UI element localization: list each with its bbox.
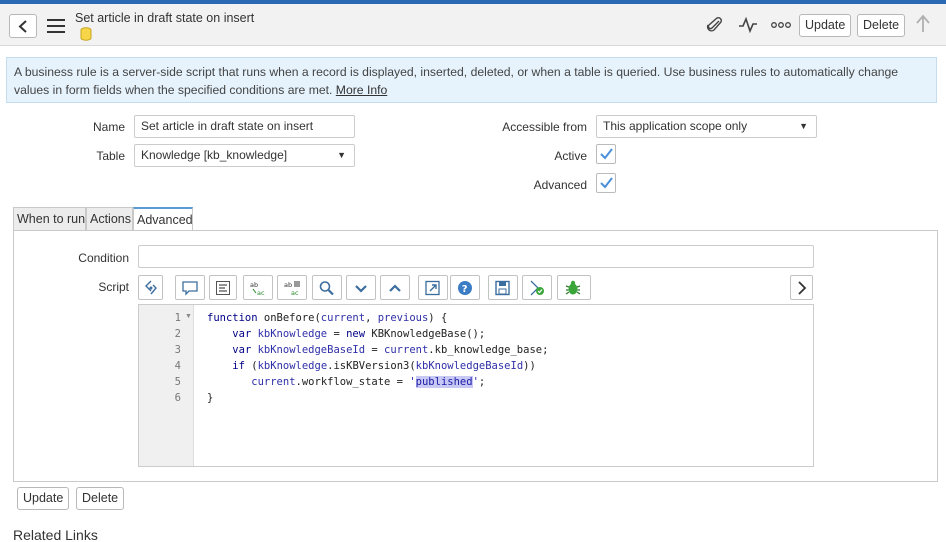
line-number: 1 xyxy=(174,312,181,324)
next-button[interactable] xyxy=(790,275,813,300)
chevron-left-icon xyxy=(18,20,27,33)
code-line: current.workflow_state = 'published'; xyxy=(251,376,486,388)
arrow-up-icon[interactable] xyxy=(915,14,931,34)
advanced-label: Advanced xyxy=(533,178,587,192)
more-options-icon[interactable] xyxy=(771,21,791,29)
format-button[interactable] xyxy=(209,275,237,300)
bottom-delete-button[interactable]: Delete xyxy=(76,487,125,510)
name-field[interactable]: Set article in draft state on insert xyxy=(134,115,355,138)
collapse-button[interactable] xyxy=(346,275,376,300)
info-text: A business rule is a server-side script … xyxy=(14,65,899,97)
line-number: 5 xyxy=(174,376,181,388)
svg-text:ab: ab xyxy=(250,281,258,289)
active-label: Active xyxy=(554,149,587,163)
svg-text:?: ? xyxy=(462,284,468,295)
table-select[interactable]: Knowledge [kb_knowledge] ▼ xyxy=(134,144,355,167)
code-line: function onBefore(current, previous) { xyxy=(207,312,448,324)
script-include-icon xyxy=(145,280,157,295)
delete-button[interactable]: Delete xyxy=(857,14,906,37)
menu-icon[interactable] xyxy=(47,19,65,33)
save-icon xyxy=(495,280,510,296)
advanced-panel: Condition Script ab ac ab ac ? 1 ▼ 2 3 4… xyxy=(13,230,938,482)
tab-when-to-run[interactable]: When to run xyxy=(13,207,86,231)
info-message: A business rule is a server-side script … xyxy=(6,57,937,103)
checkmark-icon xyxy=(600,177,613,189)
chevron-right-icon xyxy=(798,281,807,295)
activity-icon[interactable] xyxy=(738,16,758,34)
syntax-check-icon xyxy=(530,280,544,296)
svg-text:ab: ab xyxy=(284,281,292,289)
fold-arrow-icon[interactable]: ▼ xyxy=(185,313,192,320)
table-select-value: Knowledge [kb_knowledge] xyxy=(141,148,288,162)
bottom-update-button[interactable]: Update xyxy=(17,487,70,510)
script-include-button[interactable] xyxy=(138,275,163,300)
advanced-checkbox[interactable] xyxy=(596,173,616,193)
expand-button[interactable] xyxy=(380,275,410,300)
line-number: 6 xyxy=(174,392,181,404)
active-checkbox[interactable] xyxy=(596,144,616,164)
condition-label: Condition xyxy=(78,251,129,265)
code-line: } xyxy=(207,392,214,404)
bug-icon xyxy=(565,280,581,295)
attachment-icon[interactable] xyxy=(706,16,724,34)
code-line: if (kbKnowledge.isKBVersion3(kbKnowledge… xyxy=(232,360,536,372)
line-number: 3 xyxy=(174,344,181,356)
replace-all-icon: abac xyxy=(284,281,300,296)
caret-down-icon: ▼ xyxy=(337,150,346,160)
line-number: 4 xyxy=(174,360,181,372)
caret-down-icon: ▼ xyxy=(799,121,808,131)
comment-icon xyxy=(182,281,198,296)
help-button[interactable]: ? xyxy=(450,275,480,300)
replace-all-button[interactable]: ab ac xyxy=(277,275,307,300)
more-info-link[interactable]: More Info xyxy=(336,83,387,97)
line-number: 2 xyxy=(174,328,181,340)
accessible-from-select[interactable]: This application scope only ▼ xyxy=(596,115,817,138)
svg-text:ac: ac xyxy=(257,289,265,296)
record-title: Set article in draft state on insert xyxy=(75,11,255,25)
syntax-check-button[interactable] xyxy=(522,275,552,300)
script-code[interactable]: function onBefore(current, previous) { v… xyxy=(207,310,548,406)
checkmark-icon xyxy=(600,148,613,160)
replace-button[interactable]: ab ac xyxy=(243,275,273,300)
name-label: Name xyxy=(92,120,125,134)
line-number-gutter: 1 ▼ 2 3 4 5 6 xyxy=(139,305,194,466)
search-icon xyxy=(319,281,334,296)
replace-icon: abac xyxy=(250,281,265,296)
tab-actions[interactable]: Actions xyxy=(86,207,133,231)
search-button[interactable] xyxy=(312,275,342,300)
fullscreen-icon xyxy=(425,280,440,296)
condition-field[interactable] xyxy=(138,245,814,268)
accessible-from-label: Accessible from xyxy=(502,120,587,134)
back-button[interactable] xyxy=(9,14,37,38)
fullscreen-button[interactable] xyxy=(418,275,448,300)
chevron-up-icon xyxy=(389,284,401,292)
comment-button[interactable] xyxy=(175,275,205,300)
update-button[interactable]: Update xyxy=(799,14,852,37)
script-label: Script xyxy=(98,280,129,294)
debug-button[interactable] xyxy=(557,275,591,300)
accessible-from-value: This application scope only xyxy=(603,119,748,133)
chevron-down-icon xyxy=(355,285,367,293)
tab-advanced[interactable]: Advanced xyxy=(133,207,193,231)
table-label: Table xyxy=(96,149,125,163)
svg-text:ac: ac xyxy=(291,289,299,296)
database-icon xyxy=(80,27,92,41)
format-icon xyxy=(216,281,230,295)
form-header: Set article in draft state on insert Upd… xyxy=(0,4,946,46)
code-line: var kbKnowledge = new KBKnowledgeBase(); xyxy=(232,328,486,340)
save-script-button[interactable] xyxy=(488,275,518,300)
script-editor[interactable]: 1 ▼ 2 3 4 5 6 function onBefore(current,… xyxy=(138,304,814,467)
help-icon: ? xyxy=(458,281,472,295)
related-links-heading: Related Links xyxy=(13,527,98,542)
code-line: var kbKnowledgeBaseId = current.kb_knowl… xyxy=(232,344,549,356)
